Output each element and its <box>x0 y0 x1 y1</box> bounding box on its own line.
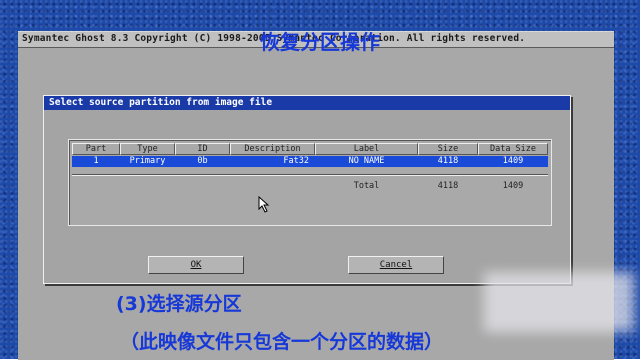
table-header: Part Type ID Description Label Size Data… <box>72 143 548 155</box>
caption-top: 恢复分区操作 <box>260 30 380 54</box>
col-type-header: Type <box>120 143 175 155</box>
divider <box>72 174 548 176</box>
select-source-dialog: Select source partition from image file … <box>43 95 571 284</box>
partition-list: Part Type ID Description Label Size Data… <box>68 139 552 226</box>
ok-button[interactable]: OK <box>148 256 244 274</box>
total-size: 4118 <box>437 181 459 191</box>
cancel-button[interactable]: Cancel <box>348 256 444 274</box>
cell-type: Primary <box>129 156 166 166</box>
cell-id: 0b <box>197 156 208 166</box>
total-row: Total 4118 1409 <box>72 181 548 192</box>
blurred-watermark <box>484 272 634 332</box>
col-datasize-header: Data Size <box>478 143 548 155</box>
cell-size: 4118 <box>437 156 459 166</box>
cell-datasize: 1409 <box>502 156 524 166</box>
col-id-header: ID <box>175 143 230 155</box>
col-part-header: Part <box>72 143 120 155</box>
caption-step: (3)选择源分区 <box>116 293 242 315</box>
col-label-header: Label <box>315 143 418 155</box>
col-size-header: Size <box>418 143 478 155</box>
arrow-pointer-icon <box>258 196 270 213</box>
total-label: Total <box>353 181 380 191</box>
total-datasize: 1409 <box>502 181 524 191</box>
table-row[interactable]: 1 Primary 0b Fat32 NO NAME 4118 1409 <box>72 156 548 167</box>
cell-description: Fat32 <box>283 156 309 166</box>
cell-label: NO NAME <box>348 156 385 166</box>
col-description-header: Description <box>230 143 315 155</box>
caption-note: （此映像文件只包含一个分区的数据） <box>120 331 444 353</box>
cell-part: 1 <box>93 156 99 166</box>
dialog-title: Select source partition from image file <box>49 97 273 108</box>
dialog-titlebar: Select source partition from image file <box>44 96 570 110</box>
